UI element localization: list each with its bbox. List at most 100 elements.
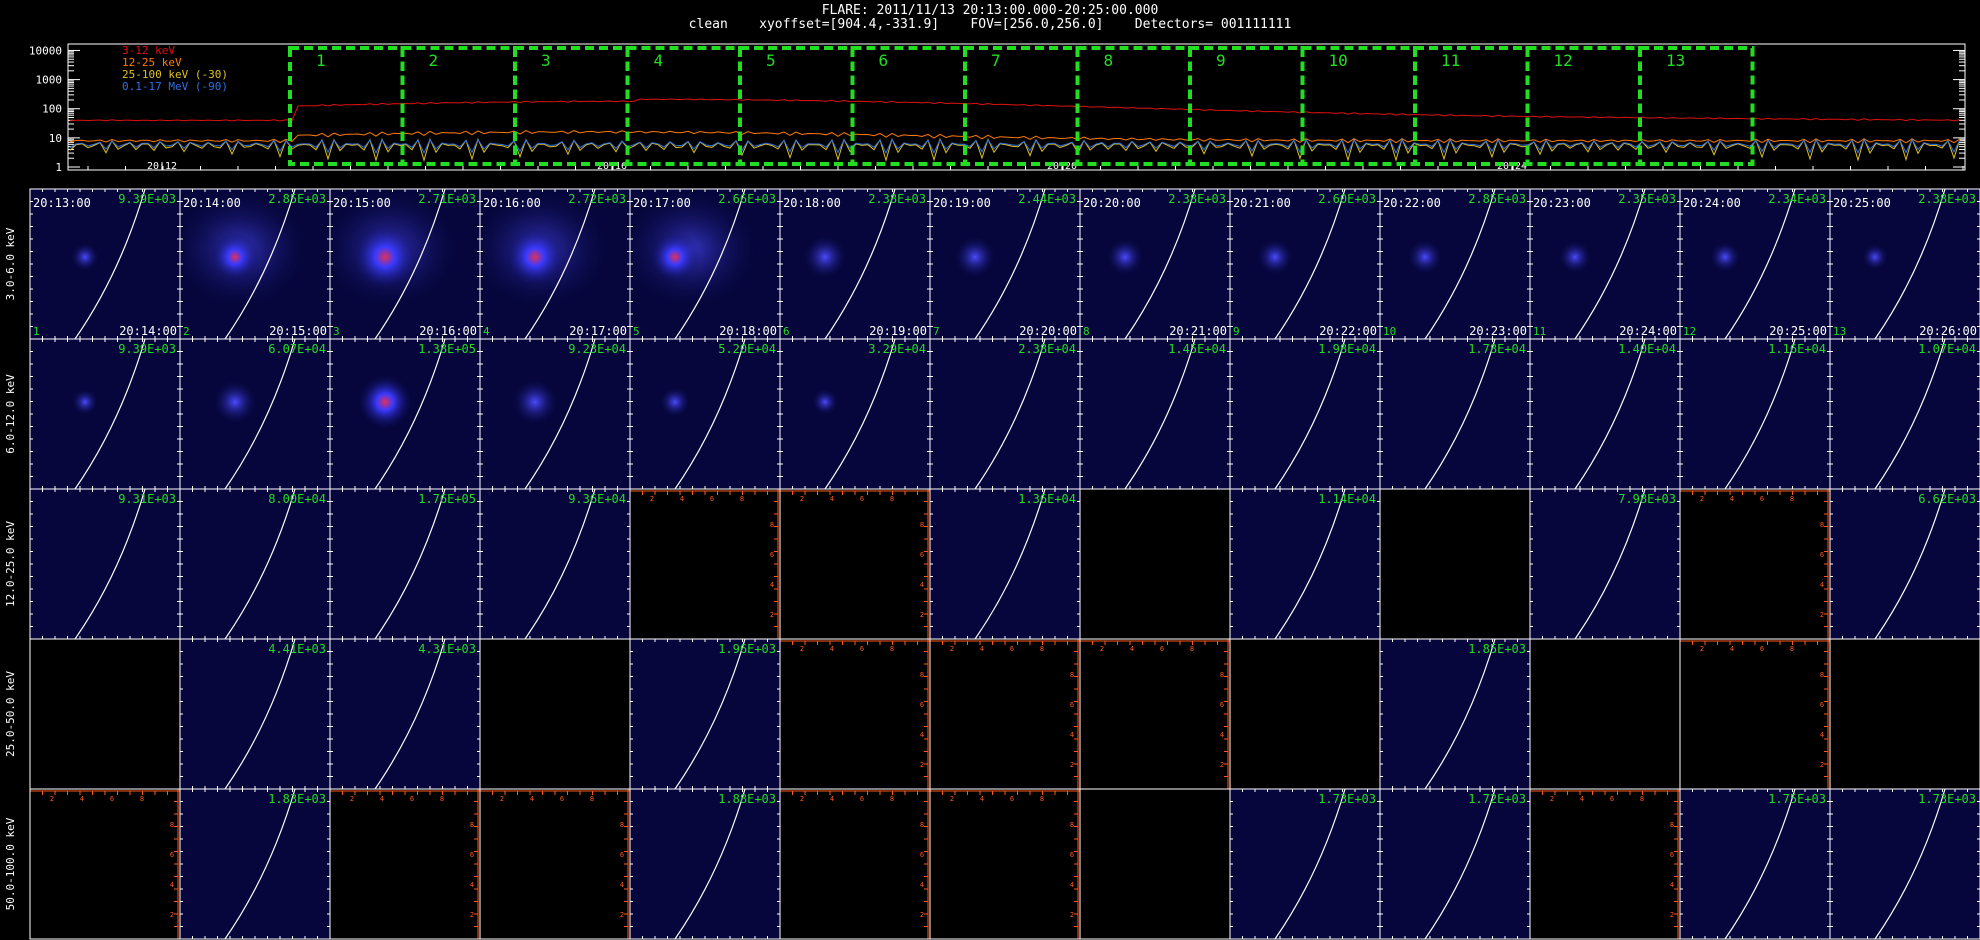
max-value-label: 1.07E+04 bbox=[1918, 342, 1976, 356]
flare-source bbox=[357, 374, 413, 430]
panel-background bbox=[630, 489, 780, 639]
empty-axis-tick-label: 2 bbox=[950, 645, 954, 653]
empty-axis-tick-label: 8 bbox=[1190, 645, 1194, 653]
empty-axis-tick-label: 8 bbox=[620, 821, 624, 829]
flare-source bbox=[352, 224, 418, 290]
flare-source bbox=[659, 386, 691, 418]
interval-start-time: 20:24:00 bbox=[1683, 196, 1741, 210]
interval-start-time: 20:15:00 bbox=[333, 196, 391, 210]
max-value-label: 2.60E+03 bbox=[1318, 192, 1376, 206]
empty-axis-tick-label: 6 bbox=[1820, 551, 1824, 559]
max-value-label: 2.72E+03 bbox=[568, 192, 626, 206]
image-panel: 2 2 4 4 6 6 8 8 bbox=[1679, 638, 1831, 790]
max-value-label: 1.85E+03 bbox=[1468, 642, 1526, 656]
image-panel: 2.38E+03 20:25:00 20:26:00 13 bbox=[1829, 188, 1980, 340]
empty-axis-tick-label: 4 bbox=[1820, 581, 1824, 589]
max-value-label: 1.76E+05 bbox=[418, 492, 476, 506]
max-value-label: 1.38E+05 bbox=[418, 342, 476, 356]
empty-axis-tick-label: 6 bbox=[1820, 701, 1824, 709]
interval-end-time: 20:22:00 bbox=[1319, 324, 1377, 338]
row-energy-label: 6.0-12.0 keV bbox=[4, 374, 17, 454]
empty-axis-tick-label: 4 bbox=[1070, 881, 1074, 889]
max-value-label: 1.72E+03 bbox=[1468, 792, 1526, 806]
empty-axis-tick-label: 8 bbox=[1790, 495, 1794, 503]
flare-source bbox=[649, 231, 701, 283]
empty-axis-tick-label: 2 bbox=[920, 911, 924, 919]
interval-number: 2 bbox=[183, 325, 190, 338]
flare-source bbox=[1558, 240, 1592, 274]
panel-background bbox=[30, 339, 180, 489]
empty-axis-tick-label: 8 bbox=[1670, 821, 1674, 829]
panel-background bbox=[1380, 339, 1530, 489]
panel-background bbox=[1830, 639, 1980, 789]
image-panel: 1.85E+03 bbox=[1379, 638, 1531, 790]
empty-axis-tick-label: 2 bbox=[50, 795, 54, 803]
empty-axis-tick-label: 8 bbox=[1640, 795, 1644, 803]
empty-axis-tick-label: 6 bbox=[560, 795, 564, 803]
empty-axis-tick-label: 4 bbox=[830, 495, 834, 503]
image-panel: 1.38E+05 bbox=[329, 338, 481, 490]
empty-axis-tick-label: 4 bbox=[470, 881, 474, 889]
panel-background bbox=[1380, 639, 1530, 789]
image-panel: 2 2 4 4 6 6 8 8 bbox=[779, 488, 931, 640]
panel-background bbox=[1230, 489, 1380, 639]
image-panel: 2.44E+03 20:19:00 20:20:00 7 bbox=[929, 188, 1081, 340]
image-panel: 9.36E+04 bbox=[479, 488, 631, 640]
panel-background bbox=[180, 339, 330, 489]
image-panel: 1.07E+04 bbox=[1829, 338, 1980, 490]
image-panel: 1.72E+03 bbox=[1379, 788, 1531, 940]
max-value-label: 4.31E+03 bbox=[418, 642, 476, 656]
interval-number: 7 bbox=[933, 325, 940, 338]
empty-axis-tick-label: 4 bbox=[80, 795, 84, 803]
image-panel bbox=[1379, 488, 1531, 640]
panel-background bbox=[1680, 489, 1830, 639]
image-panel: 9.23E+04 bbox=[479, 338, 631, 490]
image-panel: 6.07E+04 bbox=[179, 338, 331, 490]
image-panel bbox=[1829, 638, 1980, 790]
empty-axis-tick-label: 8 bbox=[1820, 671, 1824, 679]
image-panel: 2 2 4 4 6 6 8 8 bbox=[779, 638, 931, 790]
flare-source bbox=[505, 227, 565, 287]
panel-background bbox=[930, 189, 1080, 339]
max-value-label: 2.38E+03 bbox=[1168, 192, 1226, 206]
max-value-label: 6.62E+03 bbox=[1918, 492, 1976, 506]
image-panel: 2.34E+03 20:24:00 20:25:00 12 bbox=[1679, 188, 1831, 340]
empty-axis-tick-label: 6 bbox=[1010, 645, 1014, 653]
interval-start-time: 20:16:00 bbox=[483, 196, 541, 210]
interval-start-time: 20:14:00 bbox=[183, 196, 241, 210]
empty-axis-tick-label: 2 bbox=[1070, 911, 1074, 919]
empty-axis-tick-label: 2 bbox=[1070, 761, 1074, 769]
panel-background bbox=[1380, 189, 1530, 339]
max-value-label: 2.34E+03 bbox=[1768, 192, 1826, 206]
empty-axis-tick-label: 2 bbox=[950, 795, 954, 803]
image-panel: 2.38E+04 bbox=[929, 338, 1081, 490]
max-value-label: 9.39E+03 bbox=[118, 342, 176, 356]
max-value-label: 1.14E+04 bbox=[1318, 492, 1376, 506]
interval-start-time: 20:19:00 bbox=[933, 196, 991, 210]
interval-number: 11 bbox=[1533, 325, 1546, 338]
interval-end-time: 20:26:00 bbox=[1919, 324, 1977, 338]
panel-background bbox=[930, 489, 1080, 639]
panel-background bbox=[30, 639, 180, 789]
max-value-label: 3.29E+04 bbox=[868, 342, 926, 356]
empty-axis-tick-label: 2 bbox=[1700, 495, 1704, 503]
empty-axis-tick-label: 4 bbox=[680, 495, 684, 503]
panel-background bbox=[780, 789, 930, 939]
image-panel bbox=[29, 638, 181, 790]
panel-background bbox=[1530, 339, 1680, 489]
interval-number: 8 bbox=[1083, 325, 1090, 338]
image-panel: 1.73E+03 bbox=[1829, 788, 1980, 940]
empty-axis-tick-label: 4 bbox=[980, 645, 984, 653]
empty-axis-tick-label: 6 bbox=[710, 495, 714, 503]
interval-start-time: 20:21:00 bbox=[1233, 196, 1291, 210]
empty-axis-tick-label: 6 bbox=[1160, 645, 1164, 653]
empty-axis-tick-label: 4 bbox=[1130, 645, 1134, 653]
image-panel: 2.38E+03 20:18:00 20:19:00 6 bbox=[779, 188, 931, 340]
panel-background bbox=[630, 639, 780, 789]
empty-axis-tick-label: 2 bbox=[800, 645, 804, 653]
interval-end-time: 20:19:00 bbox=[869, 324, 927, 338]
flare-source bbox=[1407, 239, 1443, 275]
panel-background bbox=[930, 789, 1080, 939]
panel-background bbox=[480, 489, 630, 639]
empty-axis-tick-label: 8 bbox=[770, 521, 774, 529]
